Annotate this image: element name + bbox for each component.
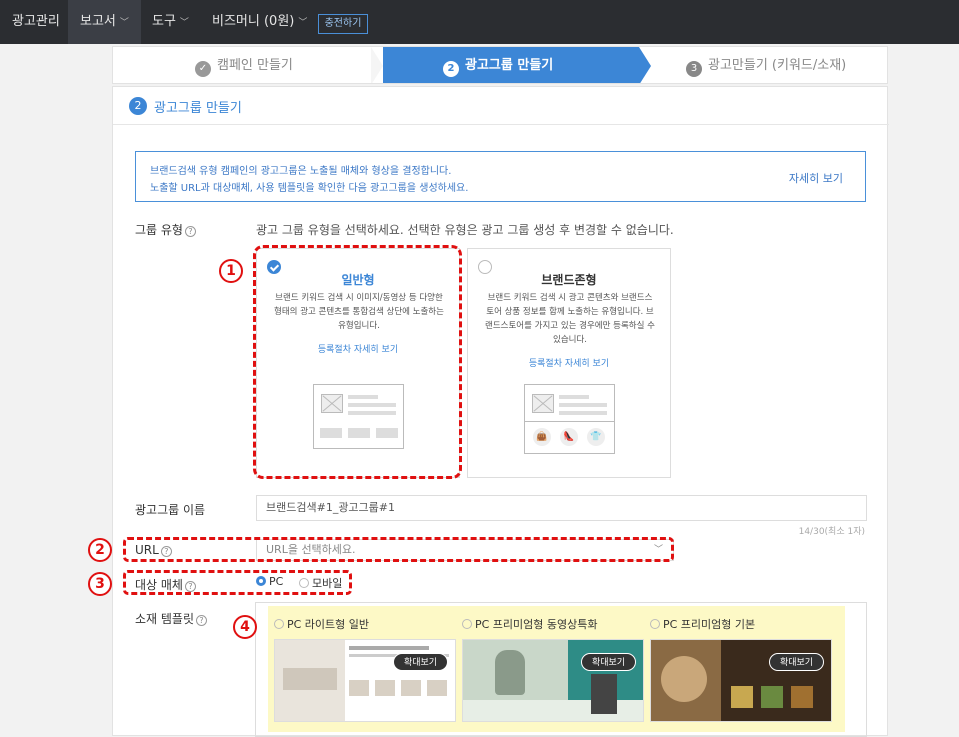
image-placeholder-icon bbox=[532, 394, 554, 413]
thumbnail-product bbox=[349, 680, 369, 696]
bag-icon: 👜 bbox=[533, 428, 551, 446]
group-name-input[interactable]: 브랜드검색#1_광고그룹#1 bbox=[256, 495, 867, 521]
thumbnail-product bbox=[761, 686, 783, 708]
nav-reports-label: 보고서 bbox=[80, 14, 116, 29]
thumbnail-person-shape bbox=[495, 650, 525, 695]
template-label: 소재 템플릿? bbox=[135, 610, 208, 627]
character-counter: 14/30(최소 1자) bbox=[798, 527, 865, 537]
expand-button[interactable]: 확대보기 bbox=[581, 653, 636, 671]
chevron-down-icon: ﹀ bbox=[298, 18, 308, 28]
annotation-callout-1: 1 bbox=[219, 259, 243, 283]
annotation-box-media bbox=[123, 570, 352, 595]
step-adgroup: 2 광고그룹 만들기 bbox=[443, 47, 554, 83]
nav-reports[interactable]: 보고서 ﹀ bbox=[68, 0, 141, 44]
info-line-2: 노출할 URL과 대상매체, 사용 템플릿을 확인한 다음 광고그룹을 생성하세… bbox=[150, 183, 469, 194]
registration-details-link[interactable]: 등록절차 자세히 보기 bbox=[468, 356, 670, 369]
check-circle-icon: ✓ bbox=[195, 61, 211, 77]
radio-icon[interactable] bbox=[274, 619, 284, 629]
nav-tools[interactable]: 도구 ﹀ bbox=[140, 0, 201, 44]
step-number: 3 bbox=[686, 61, 702, 77]
preview-line bbox=[559, 403, 607, 407]
step-ad-label: 광고만들기 (키워드/소재) bbox=[708, 58, 847, 73]
active-step-arrow bbox=[639, 47, 651, 83]
step-ad: 3 광고만들기 (키워드/소재) bbox=[686, 47, 847, 83]
charge-button[interactable]: 충전하기 bbox=[318, 14, 368, 34]
layout-preview-illustration: 👜 👠 👕 bbox=[524, 384, 615, 454]
section-header: 2 광고그룹 만들기 bbox=[113, 87, 889, 125]
thumbnail-sofa-shape bbox=[283, 668, 337, 690]
step-campaign: ✓ 캠페인 만들기 bbox=[195, 47, 293, 83]
step-number: 2 bbox=[443, 61, 459, 77]
template-option-name: PC 프리미엄형 기본 bbox=[650, 616, 755, 632]
template-thumbnail: 확대보기 bbox=[462, 639, 644, 722]
template-highlight: PC 라이트형 일반 확대보기 PC 프리미엄형 동영상특화 확대보기 PC 프… bbox=[268, 606, 845, 732]
thumbnail-text-line bbox=[349, 646, 429, 650]
adgroup-form: 2 광고그룹 만들기 브랜드검색 유형 캠페인의 광고그룹은 노출될 매체와 형… bbox=[112, 86, 889, 737]
annotation-box-group-type bbox=[253, 245, 462, 479]
type-card-body: 브랜드 키워드 검색 시 광고 콘텐츠와 브랜드스토어 상품 정보를 함께 노출… bbox=[485, 293, 655, 345]
template-option-label: PC 라이트형 일반 bbox=[287, 618, 370, 631]
shirt-icon: 👕 bbox=[587, 428, 605, 446]
thumbnail-product bbox=[731, 686, 753, 708]
expand-button[interactable]: 확대보기 bbox=[393, 653, 448, 671]
group-type-label-text: 그룹 유형 bbox=[135, 223, 183, 237]
step-campaign-label: 캠페인 만들기 bbox=[217, 58, 293, 73]
template-option-name: PC 라이트형 일반 bbox=[274, 616, 369, 632]
step-adgroup-label: 광고그룹 만들기 bbox=[465, 58, 554, 73]
chevron-down-icon: ﹀ bbox=[179, 18, 189, 28]
template-option-light[interactable]: PC 라이트형 일반 확대보기 bbox=[274, 616, 456, 722]
info-line-1: 브랜드검색 유형 캠페인의 광고그룹은 노출될 매체와 형상을 결정합니다. bbox=[150, 166, 452, 177]
thumbnail-cup-shape bbox=[661, 656, 707, 702]
thumbnail-coffee-machine bbox=[591, 674, 617, 714]
section-number: 2 bbox=[129, 97, 147, 115]
template-label-text: 소재 템플릿 bbox=[135, 612, 195, 626]
template-thumbnail: 확대보기 bbox=[274, 639, 456, 722]
radio-icon[interactable] bbox=[462, 619, 472, 629]
shoe-icon: 👠 bbox=[560, 428, 578, 446]
chevron-down-icon: ﹀ bbox=[119, 18, 129, 28]
nav-bizmoney-label: 비즈머니 (0원) bbox=[212, 14, 295, 29]
nav-ad-management[interactable]: 광고관리 bbox=[0, 0, 72, 44]
type-card-brandzone[interactable]: 브랜드존형 브랜드 키워드 검색 시 광고 콘텐츠와 브랜드스토어 상품 정보를… bbox=[467, 248, 671, 478]
annotation-callout-3: 3 bbox=[88, 572, 112, 596]
nav-ad-management-label: 광고관리 bbox=[12, 14, 60, 29]
template-option-label: PC 프리미엄형 기본 bbox=[663, 618, 756, 631]
template-option-premium-video[interactable]: PC 프리미엄형 동영상특화 확대보기 bbox=[462, 616, 644, 722]
template-option-premium-basic[interactable]: PC 프리미엄형 기본 확대보기 bbox=[650, 616, 832, 722]
help-icon[interactable]: ? bbox=[196, 615, 208, 626]
thumbnail-product bbox=[427, 680, 447, 696]
nav-bizmoney[interactable]: 비즈머니 (0원) ﹀ bbox=[200, 0, 319, 44]
preview-line bbox=[559, 411, 607, 415]
active-step-notch bbox=[371, 47, 383, 83]
section-title: 광고그룹 만들기 bbox=[154, 101, 242, 116]
thumbnail-product bbox=[375, 680, 395, 696]
info-box: 브랜드검색 유형 캠페인의 광고그룹은 노출될 매체와 형상을 결정합니다. 노… bbox=[135, 151, 866, 202]
expand-button[interactable]: 확대보기 bbox=[769, 653, 824, 671]
top-navigation-bar: 광고관리 보고서 ﹀ 도구 ﹀ 비즈머니 (0원) ﹀ 충전하기 bbox=[0, 0, 959, 44]
more-details-link[interactable]: 자세히 보기 bbox=[789, 170, 843, 186]
thumbnail-product bbox=[791, 686, 813, 708]
type-card-title: 브랜드존형 bbox=[541, 273, 597, 287]
template-thumbnail: 확대보기 bbox=[650, 639, 832, 722]
annotation-box-url bbox=[123, 537, 674, 562]
step-indicator: ✓ 캠페인 만들기 2 광고그룹 만들기 3 광고만들기 (키워드/소재) bbox=[112, 46, 888, 84]
preview-divider bbox=[525, 421, 614, 422]
template-option-label: PC 프리미엄형 동영상특화 bbox=[475, 618, 598, 631]
annotation-callout-2: 2 bbox=[88, 538, 112, 562]
thumbnail-product bbox=[401, 680, 421, 696]
template-option-name: PC 프리미엄형 동영상특화 bbox=[462, 616, 598, 632]
annotation-callout-4: 4 bbox=[233, 615, 257, 639]
preview-line bbox=[559, 395, 589, 399]
group-type-label: 그룹 유형? bbox=[135, 221, 196, 238]
group-type-description: 광고 그룹 유형을 선택하세요. 선택한 유형은 광고 그룹 생성 후 변경할 … bbox=[256, 223, 674, 237]
group-name-label: 광고그룹 이름 bbox=[135, 503, 206, 517]
radio-icon[interactable] bbox=[650, 619, 660, 629]
nav-tools-label: 도구 bbox=[152, 14, 176, 29]
help-icon[interactable]: ? bbox=[184, 226, 196, 237]
